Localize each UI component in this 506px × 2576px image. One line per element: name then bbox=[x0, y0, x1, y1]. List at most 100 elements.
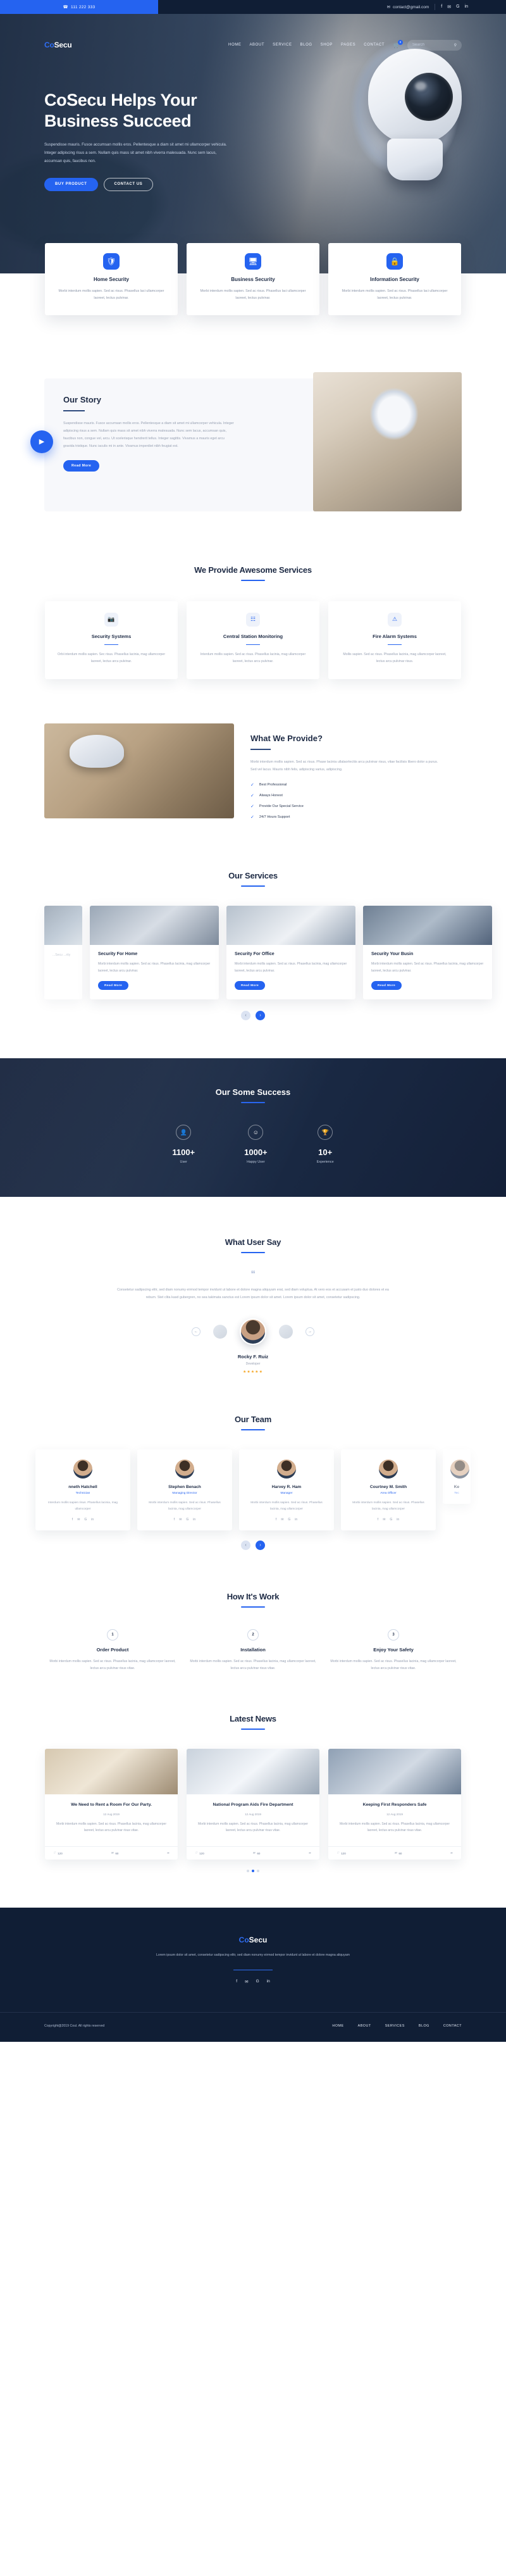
avatar-active[interactable] bbox=[240, 1318, 266, 1346]
site-logo[interactable]: CoSecu bbox=[44, 41, 72, 49]
footer-logo-prefix: Co bbox=[238, 1935, 249, 1945]
twitter-icon[interactable]: ✉ bbox=[383, 1518, 385, 1522]
footer-logo[interactable]: CoSecu bbox=[0, 1935, 506, 1944]
pagination-dot-active[interactable] bbox=[252, 1870, 254, 1873]
nav-item-blog[interactable]: BLOG bbox=[300, 43, 312, 47]
search-box[interactable]: ⚲ bbox=[407, 39, 462, 51]
our-services-section: Our Services ...Secu ...rity Security Fo… bbox=[44, 871, 492, 1021]
feature-card[interactable]: 🔒 Information Security Morbi interdum mo… bbox=[328, 243, 461, 315]
team-card[interactable]: Stephen Benach Managing Director Morbi i… bbox=[137, 1449, 232, 1531]
news-date: 12 Aug 2019 bbox=[245, 1812, 261, 1816]
twitter-icon[interactable]: ✉ bbox=[179, 1518, 182, 1522]
avatar[interactable] bbox=[279, 1325, 293, 1339]
chevron-left-icon[interactable]: ‹ bbox=[241, 1541, 250, 1551]
news-meta: ♡ 120 ✉ 60 ➦ bbox=[328, 1846, 461, 1860]
chevron-left-icon[interactable]: ← bbox=[192, 1327, 201, 1337]
news-card[interactable]: We Need to Rent a Room For Our Party. 12… bbox=[45, 1748, 178, 1860]
page-root: ☎ 111 222 333 ✉ contact@gmail.com f ✉ G … bbox=[0, 0, 506, 2042]
footer-nav-services[interactable]: SERVICES bbox=[385, 2024, 405, 2028]
nav-item-about[interactable]: ABOUT bbox=[249, 43, 264, 47]
nav-item-service[interactable]: SERVICE bbox=[273, 43, 292, 47]
feature-card[interactable]: 🖥 Business Security Morbi interdum molli… bbox=[187, 243, 319, 315]
awesome-card[interactable]: ⚠ Fire Alarm Systems Mollis sapien. Sed … bbox=[328, 601, 461, 680]
linkedin-icon[interactable]: in bbox=[465, 4, 468, 9]
likes-count: ♡ 120 bbox=[53, 1851, 63, 1855]
nav-item-contact[interactable]: CONTACT bbox=[364, 43, 385, 47]
nav-item-shop[interactable]: SHOP bbox=[321, 43, 333, 47]
linkedin-icon[interactable]: in bbox=[267, 1979, 270, 1984]
pagination-dot[interactable] bbox=[247, 1870, 249, 1873]
google-icon[interactable]: G bbox=[256, 1979, 259, 1984]
facebook-icon[interactable]: f bbox=[174, 1518, 175, 1522]
news-card[interactable]: National Program Aids Fire Department 12… bbox=[187, 1748, 319, 1860]
story-read-more-button[interactable]: Read More bbox=[63, 460, 100, 472]
news-title[interactable]: Keeping First Responders Safe bbox=[336, 1802, 453, 1808]
news-title[interactable]: We Need to Rent a Room For Our Party. bbox=[53, 1802, 170, 1808]
twitter-icon[interactable]: ✉ bbox=[77, 1518, 80, 1522]
topbar-phone[interactable]: ☎ 111 222 333 bbox=[0, 0, 158, 14]
search-input[interactable] bbox=[412, 43, 452, 47]
share-icon[interactable]: ➦ bbox=[450, 1851, 453, 1855]
facebook-icon[interactable]: f bbox=[72, 1518, 73, 1522]
avatar[interactable] bbox=[213, 1325, 227, 1339]
testimonial-section: What User Say ❝ Consetetur sadipscing el… bbox=[44, 1237, 462, 1374]
awesome-card[interactable]: ☷ Central Station Monitoring Interdum mo… bbox=[187, 601, 319, 680]
title-rule bbox=[241, 1429, 265, 1431]
nav-item-home[interactable]: HOME bbox=[228, 43, 241, 47]
share-icon[interactable]: ➦ bbox=[167, 1851, 170, 1855]
step-text: Morbi interdum mollis sapien. Sed ac ris… bbox=[330, 1660, 457, 1670]
twitter-icon[interactable]: ✉ bbox=[447, 4, 451, 9]
news-title[interactable]: National Program Aids Fire Department bbox=[195, 1802, 311, 1808]
contact-us-button[interactable]: CONTACT US bbox=[103, 177, 154, 191]
linkedin-icon[interactable]: in bbox=[397, 1518, 399, 1522]
chevron-right-icon[interactable]: → bbox=[305, 1327, 314, 1337]
service-read-more-button[interactable]: Read More bbox=[371, 981, 402, 991]
phone-number: 111 222 333 bbox=[70, 4, 96, 9]
google-icon[interactable]: G bbox=[288, 1518, 290, 1522]
awesome-card[interactable]: 📷 Security Systems Orbi interdum mollis … bbox=[45, 601, 178, 680]
facebook-icon[interactable]: f bbox=[236, 1979, 237, 1984]
nav-item-pages[interactable]: PAGES bbox=[341, 43, 355, 47]
linkedin-icon[interactable]: in bbox=[295, 1518, 297, 1522]
facebook-icon[interactable]: f bbox=[441, 4, 442, 9]
news-card[interactable]: Keeping First Responders Safe 12 Aug 201… bbox=[328, 1748, 461, 1860]
service-read-more-button[interactable]: Read More bbox=[98, 981, 129, 991]
twitter-icon[interactable]: ✉ bbox=[281, 1518, 283, 1522]
service-read-more-button[interactable]: Read More bbox=[235, 981, 266, 991]
play-icon[interactable]: ▶ bbox=[30, 430, 53, 453]
google-icon[interactable]: G bbox=[84, 1518, 87, 1522]
google-icon[interactable]: G bbox=[390, 1518, 392, 1522]
chevron-right-icon[interactable]: › bbox=[256, 1541, 265, 1551]
service-card[interactable]: Security For Office Morbi interdum molli… bbox=[226, 906, 355, 1000]
search-icon[interactable]: ⚲ bbox=[454, 43, 457, 47]
linkedin-icon[interactable]: in bbox=[193, 1518, 195, 1522]
footer-nav-home[interactable]: HOME bbox=[332, 2024, 343, 2028]
team-card[interactable]: Harvey R. Ham Manager Morbi interdum mol… bbox=[239, 1449, 334, 1531]
team-card-partial[interactable]: Ke Tec bbox=[443, 1449, 471, 1504]
team-card[interactable]: nneth Hatchell Technician Interdum molli… bbox=[35, 1449, 130, 1531]
provide-list: ✓ Best Professional ✓ Always Honest ✓ Pr… bbox=[250, 782, 462, 820]
twitter-icon[interactable]: ✉ bbox=[245, 1979, 248, 1984]
service-card[interactable]: Security Your Busin Morbi interdum molli… bbox=[363, 906, 492, 1000]
team-card[interactable]: Courtney M. Smith Area Officer Morbi int… bbox=[341, 1449, 436, 1531]
chevron-right-icon[interactable]: › bbox=[256, 1011, 265, 1021]
feature-card[interactable]: 🛡 Home Security Morbi interdum mollis sa… bbox=[45, 243, 178, 315]
google-icon[interactable]: G bbox=[186, 1518, 188, 1522]
counter-label: User bbox=[180, 1160, 187, 1165]
share-icon[interactable]: ➦ bbox=[309, 1851, 311, 1855]
topbar-email[interactable]: ✉ contact@gmail.com bbox=[387, 4, 429, 10]
pagination-dot[interactable] bbox=[257, 1870, 259, 1873]
cart-icon[interactable]: 🛒 0 bbox=[393, 39, 403, 48]
google-icon[interactable]: G bbox=[456, 4, 459, 9]
chevron-left-icon[interactable]: ‹ bbox=[241, 1011, 250, 1021]
linkedin-icon[interactable]: in bbox=[91, 1518, 94, 1522]
service-card-partial[interactable]: ...Secu ...rity bbox=[44, 906, 82, 1000]
team-socials: f ✉ G in bbox=[349, 1518, 428, 1522]
camera-icon: 📷 bbox=[104, 612, 118, 627]
buy-product-button[interactable]: BUY PRODUCT bbox=[44, 177, 98, 191]
footer-nav-contact[interactable]: CONTACT bbox=[443, 2024, 462, 2028]
footer-nav-about[interactable]: ABOUT bbox=[358, 2024, 371, 2028]
footer-nav-blog[interactable]: BLOG bbox=[419, 2024, 429, 2028]
team-text: Morbi interdum mollis sapien. Sed ac ris… bbox=[149, 1501, 221, 1511]
service-card[interactable]: Security For Home Morbi interdum mollis … bbox=[90, 906, 219, 1000]
